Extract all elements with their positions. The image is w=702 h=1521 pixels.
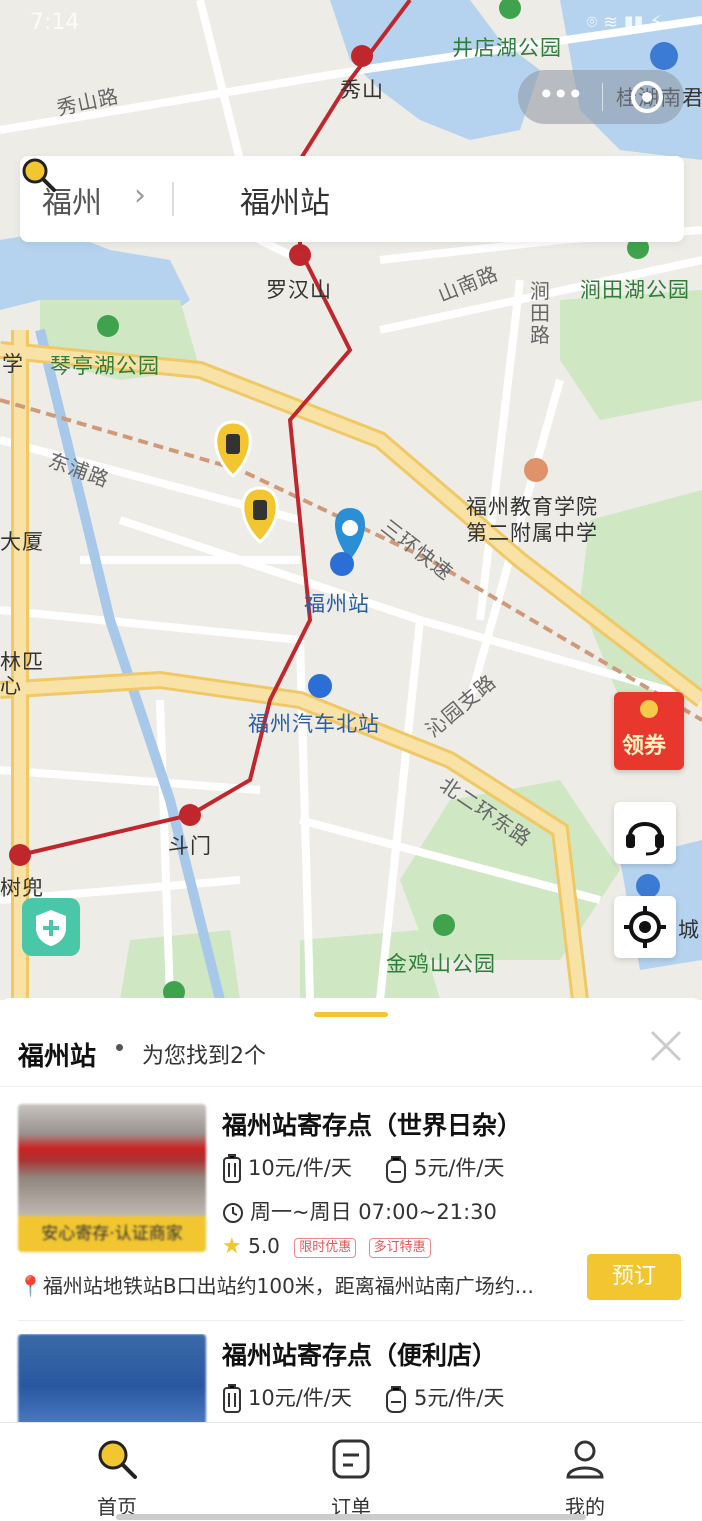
- price-small-value: 5元/件/天: [414, 1156, 505, 1180]
- map-label-bus-station: 福州汽车北站: [248, 712, 380, 736]
- store-address: 📍福州站地铁站B口出站约100米，距离福州站南广场约...: [18, 1270, 578, 1299]
- clock-icon: [223, 1203, 243, 1223]
- store-name[interactable]: 福州站寄存点（便利店）: [222, 1336, 497, 1372]
- price-large: 10元/件/天: [222, 1154, 352, 1183]
- coupon-icon: [640, 700, 658, 718]
- results-title: 福州站: [18, 1042, 97, 1072]
- price-large-value: 10元/件/天: [248, 1386, 352, 1410]
- miniprogram-capsule: •••: [518, 70, 684, 124]
- map-label-xiushan: 秀山: [340, 78, 384, 102]
- coupon-button[interactable]: 领券: [614, 692, 684, 770]
- locate-me-button[interactable]: [614, 896, 676, 958]
- search-bar[interactable]: 福州 › 福州站: [20, 156, 684, 242]
- rating-row: ★ 5.0 限时优惠 多订特惠: [222, 1234, 431, 1259]
- search-divider: [172, 182, 174, 216]
- map-label-doumen: 斗门: [168, 834, 212, 858]
- store-photo: [18, 1334, 206, 1424]
- price-row: 10元/件/天 5元/件/天: [222, 1382, 505, 1414]
- map-label-qinting-park: 琴亭湖公园: [50, 354, 160, 378]
- price-row: 10元/件/天 5元/件/天: [222, 1152, 505, 1184]
- star-icon: ★: [222, 1234, 242, 1259]
- results-count: 为您找到2个: [142, 1044, 266, 1069]
- price-small-value: 5元/件/天: [414, 1386, 505, 1410]
- map-label-luohanshan: 罗汉山: [266, 278, 332, 302]
- map-label-xue: 学: [2, 352, 24, 376]
- more-icon[interactable]: •••: [538, 78, 584, 111]
- search-icon: [22, 158, 56, 192]
- map-label-jiantian-park: 涧田湖公园: [580, 278, 690, 302]
- sheet-drag-handle[interactable]: [314, 1012, 388, 1017]
- opening-hours: 周一~周日 07:00~21:30: [222, 1196, 497, 1226]
- title-dot: [116, 1044, 123, 1051]
- store-card[interactable]: 福州站寄存点（便利店） 10元/件/天 5元/件/天: [0, 1334, 702, 1424]
- backpack-icon: [386, 1386, 406, 1413]
- promo-tag: 限时优惠: [294, 1237, 357, 1258]
- safety-shield-button[interactable]: [22, 898, 80, 956]
- status-time: 7:14: [30, 10, 80, 35]
- search-icon: [98, 1440, 137, 1479]
- location-pin-icon: 📍: [18, 1274, 43, 1298]
- address-text: 福州站地铁站B口出站约100米，距离福州站南广场约...: [42, 1274, 534, 1298]
- home-indicator: [116, 1514, 586, 1520]
- status-bar: 7:14 ⌾ ≋ ▮▮ ⚡: [0, 0, 702, 48]
- map-label-cheng: 城: [678, 918, 700, 942]
- suitcase-icon: [223, 1384, 241, 1413]
- map-label-dasha: 大厦: [0, 530, 44, 554]
- headset-icon: [626, 822, 664, 856]
- store-photo: 安心寄存·认证商家: [18, 1104, 206, 1252]
- rating-value: 5.0: [248, 1234, 280, 1258]
- chevron-right-icon: ›: [134, 178, 146, 213]
- status-icons: ⌾ ≋ ▮▮ ⚡: [586, 12, 663, 33]
- price-large-value: 10元/件/天: [248, 1156, 352, 1180]
- promo-tag: 多订特惠: [368, 1237, 431, 1258]
- capsule-divider: [602, 83, 603, 111]
- map-label-jinjishan-park: 金鸡山公园: [386, 952, 496, 976]
- close-icon[interactable]: [646, 1026, 686, 1066]
- map-label-jiantian-road: 涧田路: [530, 279, 551, 347]
- store-name[interactable]: 福州站寄存点（世界日杂）: [222, 1106, 522, 1142]
- price-large: 10元/件/天: [222, 1384, 352, 1413]
- price-small: 5元/件/天: [384, 1382, 505, 1414]
- hours-value: 周一~周日 07:00~21:30: [250, 1200, 497, 1224]
- map-label-linpi: 林匹 心: [0, 650, 44, 698]
- price-small: 5元/件/天: [384, 1152, 505, 1184]
- map-label-jingdian-park: 井店湖公园: [452, 36, 562, 60]
- coupon-label: 领券: [622, 734, 667, 759]
- certified-badge: 安心寄存·认证商家: [18, 1216, 206, 1252]
- map-label-fuzhou-station: 福州站: [304, 592, 370, 616]
- book-button[interactable]: 预订: [587, 1254, 681, 1300]
- customer-service-button[interactable]: [614, 802, 676, 864]
- map-label-school: 福州教育学院 第二附属中学: [466, 495, 598, 545]
- sheet-divider: [0, 1086, 702, 1087]
- search-input[interactable]: 福州站: [240, 178, 330, 222]
- store-divider: [18, 1320, 684, 1321]
- user-icon: [566, 1440, 604, 1479]
- map-view[interactable]: 7:14 ⌾ ≋ ▮▮ ⚡ 秀山路 秀山 井店湖公园 桂湖南君 罗汉山 山南路 …: [0, 0, 702, 1000]
- tab-bar: 首页 订单 我的: [0, 1422, 702, 1521]
- tab-home[interactable]: 首页: [67, 1437, 167, 1520]
- orders-icon: [332, 1439, 370, 1479]
- shield-plus-icon: [36, 910, 66, 946]
- crosshair-icon: [624, 906, 666, 948]
- tab-mine[interactable]: 我的: [535, 1437, 635, 1520]
- backpack-icon: [386, 1156, 406, 1183]
- results-sheet: 福州站 为您找到2个 安心寄存·认证商家 福州站寄存点（世界日杂） 10元/件/…: [0, 998, 702, 1424]
- tab-orders[interactable]: 订单: [301, 1437, 401, 1520]
- store-card[interactable]: 安心寄存·认证商家 福州站寄存点（世界日杂） 10元/件/天 5元/件/天 周一…: [0, 1104, 702, 1324]
- suitcase-icon: [223, 1154, 241, 1183]
- close-miniprogram-icon[interactable]: [631, 81, 663, 113]
